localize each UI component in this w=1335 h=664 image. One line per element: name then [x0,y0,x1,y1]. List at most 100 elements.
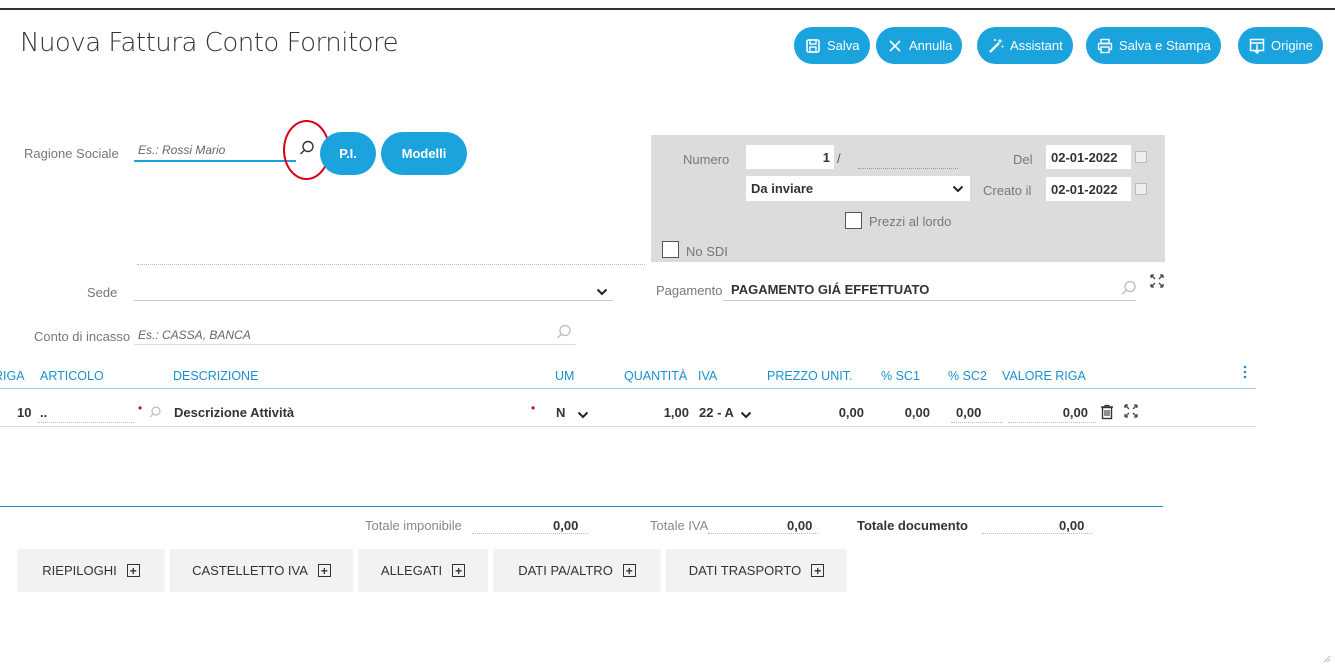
taxable-total-value: 0,00 [553,518,579,533]
row-descrizione-input[interactable]: Descrizione Attività [174,405,294,420]
save-print-button[interactable]: Salva e Stampa [1086,27,1221,64]
number-input[interactable]: 1 [746,145,834,169]
origin-label: Origine [1271,38,1313,53]
tab-dati-trasporto-label: DATI TRASPORTO [688,563,802,578]
chevron-down-icon[interactable] [740,407,752,422]
number-value: 1 [822,149,830,165]
totals-divider [0,506,1163,507]
plus-icon: + [452,564,466,577]
floppy-icon [804,37,822,55]
required-marker: • [138,401,143,415]
row-sc2-underline [951,422,1003,423]
document-total-underline [982,533,1092,534]
cancel-button[interactable]: Annulla [876,27,963,64]
origin-button[interactable]: Origine [1238,27,1323,64]
payment-underline [723,300,1136,301]
date-input[interactable]: 02-01-2022 [1046,145,1131,169]
row-riga[interactable]: 10 [17,405,31,420]
col-quantita[interactable]: QUANTITÀ [624,369,687,383]
top-border [0,8,1335,10]
col-iva[interactable]: IVA [698,369,717,383]
tab-allegati[interactable]: ALLEGATI + [358,549,488,592]
plus-icon: + [622,564,636,577]
created-input[interactable]: 02-01-2022 [1046,177,1131,201]
account-label: Conto di incasso [34,329,131,344]
resize-handle-icon[interactable] [1322,651,1331,664]
supplier-input-underline [134,160,296,162]
calendar-icon[interactable] [1135,151,1147,163]
expand-icon[interactable] [1149,273,1165,292]
row-sc1-input[interactable]: 0,00 [872,405,930,420]
expand-row-icon[interactable] [1123,403,1139,422]
no-sdi-label: No SDI [686,244,728,259]
taxable-total-label: Totale imponibile [365,518,462,533]
col-sc1[interactable]: % SC1 [881,369,920,383]
assistant-label: Assistant [1010,38,1063,53]
sede-select[interactable] [134,300,613,301]
pi-button[interactable]: P.I. [320,132,376,175]
taxable-total-underline [472,533,588,534]
required-marker: • [531,401,536,415]
magic-wand-icon [987,37,1005,55]
no-sdi-checkbox[interactable] [662,241,679,258]
assistant-button[interactable]: Assistant [977,27,1073,64]
column-menu-icon[interactable] [1243,365,1247,382]
created-value: 02-01-2022 [1051,181,1118,197]
number-separator: / [837,151,841,166]
models-button[interactable]: Modelli [381,132,467,175]
document-total-value: 0,00 [1059,518,1085,533]
col-sc2[interactable]: % SC2 [948,369,987,383]
row-iva-select[interactable]: 22 - A [699,405,740,420]
chevron-down-icon[interactable] [577,407,589,422]
supplier-input[interactable]: Es.: Rossi Mario [138,143,225,157]
col-descrizione[interactable]: DESCRIZIONE [173,369,258,383]
trash-icon[interactable] [1100,404,1114,423]
account-search-icon[interactable] [555,323,573,344]
date-label: Del [1013,152,1033,167]
row-valore: 0,00 [1062,405,1088,420]
gross-prices-checkbox[interactable] [845,212,862,229]
created-label: Creato il [983,183,1032,198]
status-select[interactable]: Da inviare [746,176,970,201]
col-riga[interactable]: RIGA [0,369,25,383]
calendar-icon[interactable] [1135,183,1147,195]
row-articolo-input[interactable]: .. [40,405,47,420]
document-total-label: Totale documento [857,518,968,533]
address-divider [137,264,645,265]
row-prezzo-input[interactable]: 0,00 [770,405,864,420]
row-quantita-input[interactable]: 1,00 [604,405,689,420]
chevron-down-icon[interactable] [596,284,608,299]
tab-castelletto-iva[interactable]: CASTELLETTO IVA + [170,549,353,592]
tab-castelletto-label: CASTELLETTO IVA [192,563,308,578]
payment-input[interactable]: PAGAMENTO GIÁ EFFETTUATO [731,282,929,297]
save-label: Salva [827,38,860,53]
tab-dati-pa-label: DATI PA/ALTRO [518,563,613,578]
number-label: Numero [683,152,730,167]
supplier-label: Ragione Sociale [24,146,119,161]
col-prezzo[interactable]: PREZZO UNIT. [767,369,852,383]
table-row-border [0,426,1256,427]
vat-total-underline [708,533,818,534]
account-input[interactable]: Es.: CASSA, BANCA [138,328,251,342]
row-sc2-input[interactable]: 0,00 [956,405,981,420]
vat-total-value: 0,00 [787,518,813,533]
account-underline [134,344,576,345]
row-um-select[interactable]: N [556,405,565,420]
save-button[interactable]: Salva [794,27,870,64]
gross-prices-label: Prezzi al lordo [869,214,952,229]
cancel-label: Annulla [909,38,953,53]
col-um[interactable]: UM [555,369,574,383]
payment-search-icon[interactable] [1120,279,1138,300]
close-icon [886,37,904,55]
article-search-icon[interactable] [148,405,162,422]
plus-icon: + [317,564,331,577]
row-articolo-underline [38,422,134,423]
col-articolo[interactable]: ARTICOLO [40,369,104,383]
table-header-border [0,388,1256,389]
tab-dati-trasporto[interactable]: DATI TRASPORTO + [666,549,847,592]
tab-riepiloghi[interactable]: RIEPILOGHI + [17,549,165,592]
col-valore[interactable]: VALORE RIGA [1002,369,1086,383]
number-suffix-field[interactable] [858,168,958,169]
row-valore-underline [1008,422,1096,423]
tab-dati-pa[interactable]: DATI PA/ALTRO + [493,549,661,592]
